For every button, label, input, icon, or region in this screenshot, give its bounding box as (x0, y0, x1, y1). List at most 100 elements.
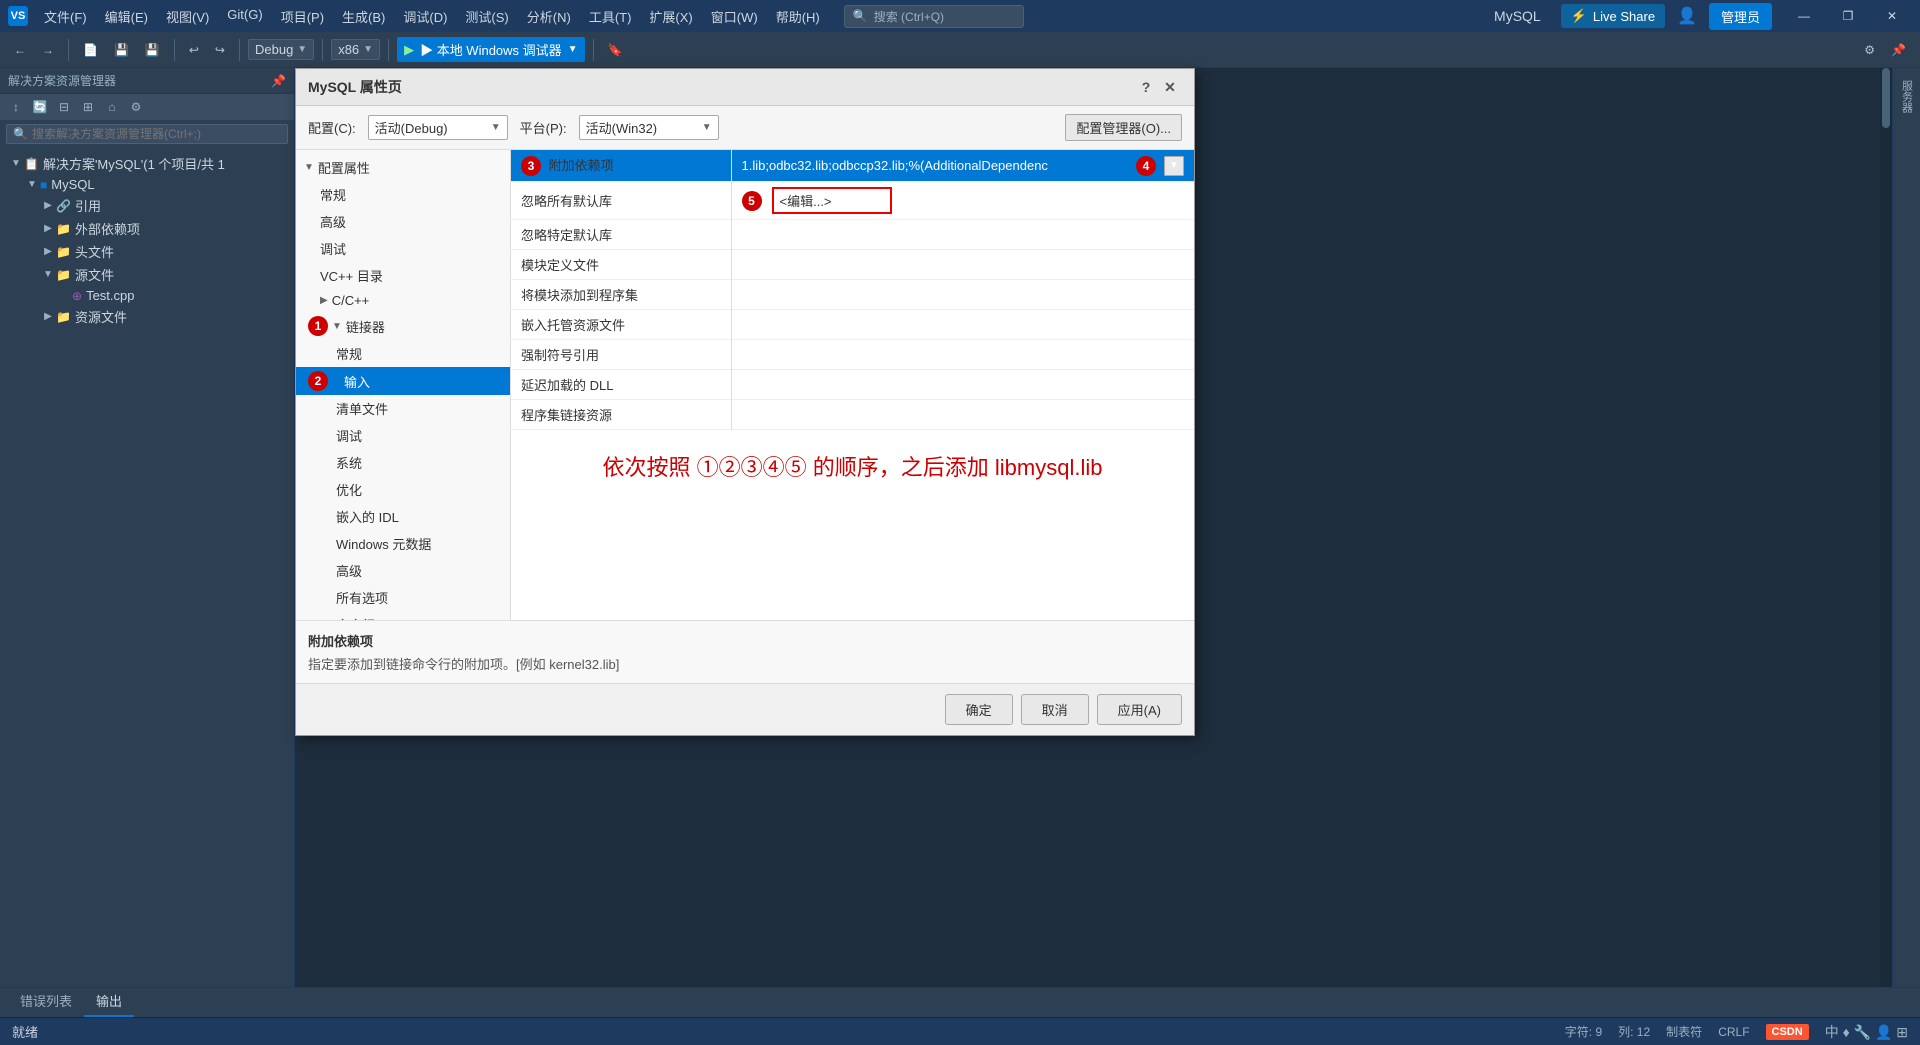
tree-solution[interactable]: ▼ 📋 解决方案'MySQL'(1 个项目/共 1 (0, 152, 294, 175)
run-dropdown[interactable]: ▶ ▶ 本地 Windows 调试器 ▼ (397, 37, 584, 62)
prop-debug[interactable]: 调试 (296, 235, 510, 262)
table-row[interactable]: 程序集链接资源 (511, 400, 1194, 430)
dep-dropdown-button[interactable]: ▼ (1164, 156, 1184, 176)
admin-button[interactable]: 管理员 (1709, 3, 1772, 30)
inline-edit-box[interactable]: <编辑...> (772, 187, 892, 214)
menu-help[interactable]: 帮助(H) (768, 3, 828, 30)
dialog-close-button[interactable]: ✕ (1158, 75, 1182, 99)
sync-btn[interactable]: ↕ (6, 97, 26, 117)
dialog-help-button[interactable]: ? (1134, 75, 1158, 99)
config-value: 活动(Debug) (375, 118, 448, 137)
prop-config-properties[interactable]: ▼ 配置属性 (296, 154, 510, 181)
collapse-btn[interactable]: ⊟ (54, 97, 74, 117)
res-icon: 📁 (56, 310, 71, 324)
back-button[interactable]: ← (8, 40, 32, 60)
settings-icon[interactable]: ⚙ (126, 97, 146, 117)
tree-test-cpp[interactable]: ⊕ Test.cpp (0, 286, 294, 305)
scrollbar-track[interactable] (1880, 68, 1892, 987)
prop-general[interactable]: 常规 (296, 181, 510, 208)
tree-mysql[interactable]: ▼ ■ MySQL (0, 175, 294, 194)
tab-output[interactable]: 输出 (84, 986, 134, 1017)
tree-references[interactable]: ▶ 🔗 引用 (0, 194, 294, 217)
prop-linker-advanced[interactable]: 高级 (296, 557, 510, 584)
home-btn[interactable]: ⌂ (102, 97, 122, 117)
server-explorer-btn[interactable]: 服务器 (1895, 76, 1919, 117)
table-row[interactable]: 延迟加载的 DLL (511, 370, 1194, 400)
prop-system[interactable]: 系统 (296, 449, 510, 476)
arch-dropdown[interactable]: x86 ▼ (331, 39, 380, 60)
prop-optimize[interactable]: 优化 (296, 476, 510, 503)
scrollbar-thumb[interactable] (1882, 68, 1890, 128)
toolbar-sep-5 (388, 39, 389, 61)
run-label: ▶ 本地 Windows 调试器 (420, 40, 562, 59)
save-all-button[interactable]: 💾 (139, 40, 166, 60)
prop-cmdline[interactable]: 命令行 (296, 611, 510, 620)
prop-cpp[interactable]: ▶ C/C++ (296, 289, 510, 312)
sidebar-search[interactable]: 🔍 (6, 124, 288, 144)
prop-linker-input[interactable]: 2 输入 (296, 367, 510, 395)
menu-view[interactable]: 视图(V) (158, 3, 217, 30)
prop-advanced[interactable]: 高级 (296, 208, 510, 235)
table-row[interactable]: 嵌入托管资源文件 (511, 310, 1194, 340)
menu-build[interactable]: 生成(B) (334, 3, 393, 30)
tree-source-files[interactable]: ▼ 📁 源文件 (0, 263, 294, 286)
prop-linker[interactable]: 1 ▼ 链接器 (296, 312, 510, 340)
sidebar-search-input[interactable] (32, 127, 281, 141)
debug-label: 调试 (320, 239, 346, 258)
menu-analyze[interactable]: 分析(N) (519, 3, 579, 30)
table-row[interactable]: 强制符号引用 (511, 340, 1194, 370)
config-dropdown[interactable]: 活动(Debug) ▼ (368, 115, 508, 140)
live-share-button[interactable]: ⚡ Live Share (1561, 4, 1665, 28)
table-row[interactable]: 忽略所有默认库 5 <编辑...> (511, 182, 1194, 220)
menu-file[interactable]: 文件(F) (36, 3, 95, 30)
prop-all-options[interactable]: 所有选项 (296, 584, 510, 611)
prop-manifest[interactable]: 清单文件 (296, 395, 510, 422)
close-button[interactable]: ✕ (1872, 2, 1912, 30)
redo-button[interactable]: ↪ (209, 40, 231, 60)
save-button[interactable]: 💾 (108, 40, 135, 60)
table-row[interactable]: 3 附加依赖项 1.lib;odbc32.lib;odbccp32.lib;%(… (511, 150, 1194, 182)
menu-extensions[interactable]: 扩展(X) (641, 3, 700, 30)
config-manager-button[interactable]: 配置管理器(O)... (1065, 114, 1182, 141)
ok-button[interactable]: 确定 (945, 694, 1013, 725)
menu-test[interactable]: 测试(S) (457, 3, 516, 30)
tab-error-list[interactable]: 错误列表 (8, 986, 84, 1017)
debug-config-dropdown[interactable]: Debug ▼ (248, 39, 314, 60)
title-search[interactable]: 🔍 搜索 (Ctrl+Q) (844, 5, 1024, 28)
res-arrow: ▶ (40, 311, 56, 322)
settings-button[interactable]: ⚙ (1858, 40, 1881, 60)
minimize-button[interactable]: — (1784, 2, 1824, 30)
prop-linker-debug[interactable]: 调试 (296, 422, 510, 449)
menu-tools[interactable]: 工具(T) (581, 3, 640, 30)
menu-edit[interactable]: 编辑(E) (97, 3, 156, 30)
apply-button[interactable]: 应用(A) (1097, 694, 1182, 725)
cancel-button[interactable]: 取消 (1021, 694, 1089, 725)
restore-button[interactable]: ❐ (1828, 2, 1868, 30)
undo-button[interactable]: ↩ (183, 40, 205, 60)
refresh-btn[interactable]: 🔄 (30, 97, 50, 117)
table-row[interactable]: 将模块添加到程序集 (511, 280, 1194, 310)
menu-window[interactable]: 窗口(W) (703, 3, 766, 30)
tree-external-deps[interactable]: ▶ 📁 外部依赖项 (0, 217, 294, 240)
menu-debug[interactable]: 调试(D) (395, 3, 455, 30)
prop-embedded-idl[interactable]: 嵌入的 IDL (296, 503, 510, 530)
pin-button[interactable]: 📌 (1885, 40, 1912, 60)
menu-project[interactable]: 项目(P) (273, 3, 332, 30)
filter-btn[interactable]: ⊞ (78, 97, 98, 117)
prop-linker-general[interactable]: 常规 (296, 340, 510, 367)
tree-resource-files[interactable]: ▶ 📁 资源文件 (0, 305, 294, 328)
forward-button[interactable]: → (36, 40, 60, 60)
config-label: 配置(C): (308, 118, 356, 137)
prop-win-metadata[interactable]: Windows 元数据 (296, 530, 510, 557)
table-row[interactable]: 模块定义文件 (511, 250, 1194, 280)
platform-dropdown[interactable]: 活动(Win32) ▼ (579, 115, 719, 140)
bookmark-button[interactable]: 🔖 (602, 40, 629, 60)
sidebar-pin-icon[interactable]: 📌 (271, 74, 286, 88)
ignore-specific-value (731, 220, 1194, 250)
solution-label: 解决方案'MySQL'(1 个项目/共 1 (43, 154, 225, 173)
new-file-button[interactable]: 📄 (77, 40, 104, 60)
menu-git[interactable]: Git(G) (219, 3, 270, 30)
table-row[interactable]: 忽略特定默认库 (511, 220, 1194, 250)
prop-vc-dirs[interactable]: VC++ 目录 (296, 262, 510, 289)
tree-header-files[interactable]: ▶ 📁 头文件 (0, 240, 294, 263)
